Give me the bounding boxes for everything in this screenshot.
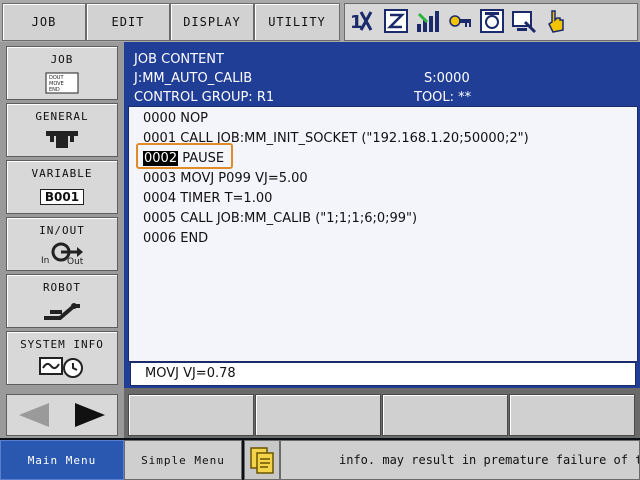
- job-menu-button[interactable]: JOB: [2, 3, 86, 41]
- teach-pendant-screen: JOB EDIT DISPLAY UTILITY 1 JOB DOUT MOVE…: [0, 0, 640, 480]
- display-menu-label: DISPLAY: [183, 15, 241, 29]
- line-text: MOVJ P099 VJ=5.00: [176, 171, 308, 186]
- edit-menu-label: EDIT: [111, 15, 145, 29]
- program-line[interactable]: 0006 END: [143, 231, 208, 246]
- utility-menu-label: UTILITY: [268, 15, 326, 29]
- page-prev-icon[interactable]: [13, 401, 53, 433]
- axis-tool-icon[interactable]: 1: [349, 8, 375, 34]
- tool-number: TOOL: **: [414, 90, 472, 105]
- edit-buffer-text: MOVJ VJ=0.78: [145, 366, 236, 381]
- left-menu-inout-label: IN/OUT: [39, 224, 85, 237]
- program-line[interactable]: 0000 NOP: [143, 111, 208, 126]
- left-menu-system-info[interactable]: SYSTEM INFO: [6, 331, 118, 385]
- general-tool-icon: [7, 129, 117, 151]
- edit-buffer-field[interactable]: MOVJ VJ=0.78: [130, 362, 636, 386]
- left-menu-general-label: GENERAL: [35, 110, 89, 123]
- left-menu-job[interactable]: JOB DOUT MOVE END: [6, 46, 118, 100]
- variable-badge: B001: [7, 189, 117, 205]
- program-line[interactable]: 0003 MOVJ P099 VJ=5.00: [143, 171, 308, 186]
- panel-title: JOB CONTENT: [134, 52, 224, 67]
- job-menu-label: JOB: [31, 15, 57, 29]
- inout-out-label: Out: [67, 257, 84, 265]
- page-nav-box: [6, 394, 118, 436]
- function-key-1[interactable]: [128, 394, 254, 436]
- job-document-icon: DOUT MOVE END: [7, 72, 117, 94]
- hand-pointer-icon[interactable]: [543, 8, 569, 34]
- monitor-icon[interactable]: [511, 8, 537, 34]
- system-info-icon: [7, 355, 117, 379]
- job-doc-line-end: END: [49, 87, 60, 93]
- main-menu-label: Main Menu: [27, 453, 97, 467]
- variable-badge-text: B001: [39, 189, 85, 205]
- page-next-icon[interactable]: [67, 401, 107, 433]
- job-content-panel: JOB CONTENT J:MM_AUTO_CALIB S:0000 CONTR…: [124, 42, 640, 388]
- job-header: JOB CONTENT J:MM_AUTO_CALIB S:0000 CONTR…: [134, 50, 624, 107]
- left-menu-robot-label: ROBOT: [42, 281, 82, 294]
- message-list-icon[interactable]: [244, 440, 280, 480]
- inout-arrows-icon: In Out: [7, 241, 117, 265]
- utility-menu-button[interactable]: UTILITY: [254, 3, 340, 41]
- teach-pendant-icon[interactable]: [479, 8, 505, 34]
- control-group: CONTROL GROUP: R1: [134, 90, 275, 105]
- message-area[interactable]: info. may result in premature failure of…: [280, 440, 640, 480]
- left-menu-job-label: JOB: [50, 53, 74, 66]
- left-menu-variable-label: VARIABLE: [31, 167, 93, 180]
- program-line[interactable]: 0005 CALL JOB:MM_CALIB ("1;1;1;6;0;99"): [143, 211, 417, 226]
- left-menu-general[interactable]: GENERAL: [6, 103, 118, 157]
- step-number: S:0000: [424, 71, 470, 86]
- line-number: 0006: [143, 231, 177, 246]
- left-menu-robot[interactable]: ROBOT: [6, 274, 118, 328]
- left-menu-inout[interactable]: IN/OUT In Out: [6, 217, 118, 271]
- line-number: 0005: [143, 211, 177, 226]
- simple-menu-button[interactable]: Simple Menu: [124, 440, 242, 480]
- line-text: TIMER T=1.00: [176, 191, 273, 206]
- program-line[interactable]: 0004 TIMER T=1.00: [143, 191, 272, 206]
- main-menu-button[interactable]: Main Menu: [0, 440, 124, 480]
- line-text: CALL JOB:MM_CALIB ("1;1;1;6;0;99"): [176, 211, 418, 226]
- line-number: 0004: [143, 191, 177, 206]
- status-icon-bar: 1: [344, 3, 638, 41]
- top-menu-bar: JOB EDIT DISPLAY UTILITY 1: [0, 0, 640, 43]
- edit-mode-icon[interactable]: [383, 8, 409, 34]
- signal-strength-icon[interactable]: [415, 8, 441, 34]
- bottom-bar: Main Menu Simple Menu info. may result i…: [0, 438, 640, 480]
- function-key-bar: [124, 388, 640, 438]
- display-menu-button[interactable]: DISPLAY: [170, 3, 254, 41]
- line-text: NOP: [176, 111, 209, 126]
- function-key-3[interactable]: [382, 394, 508, 436]
- edit-menu-button[interactable]: EDIT: [86, 3, 170, 41]
- key-icon[interactable]: [447, 8, 473, 34]
- simple-menu-label: Simple Menu: [141, 453, 225, 467]
- line-number: 0000: [143, 111, 177, 126]
- svg-text:1: 1: [350, 12, 363, 33]
- line-text: END: [176, 231, 209, 246]
- function-key-4[interactable]: [509, 394, 635, 436]
- left-main-menu: JOB DOUT MOVE END GENERAL VARIABLE B001 IN…: [0, 42, 125, 438]
- function-key-2[interactable]: [255, 394, 381, 436]
- message-text: info. may result in premature failure of…: [339, 453, 640, 467]
- job-name: J:MM_AUTO_CALIB: [134, 71, 253, 86]
- left-menu-system-info-label: SYSTEM INFO: [20, 338, 104, 351]
- left-menu-variable[interactable]: VARIABLE B001: [6, 160, 118, 214]
- robot-arm-icon: [7, 300, 117, 322]
- selected-line-highlight: [136, 143, 233, 169]
- inout-in-label: In: [41, 256, 49, 265]
- line-number: 0003: [143, 171, 177, 186]
